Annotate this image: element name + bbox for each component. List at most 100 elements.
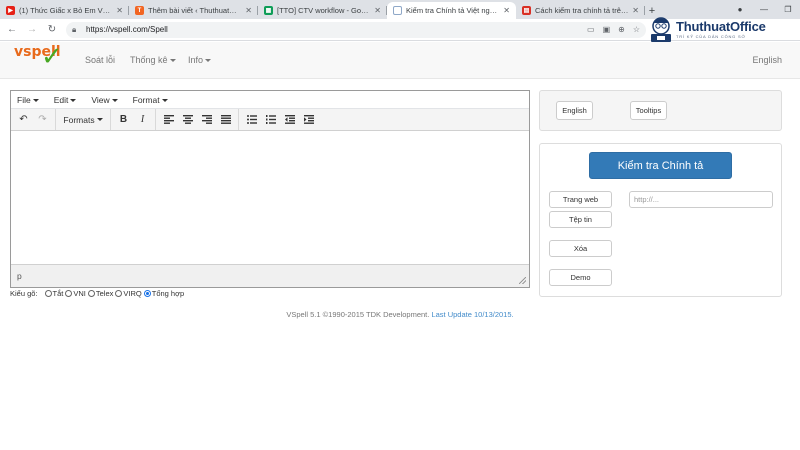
menu-label: Format <box>132 94 160 105</box>
caret-down-icon <box>205 59 212 63</box>
style-group: B I <box>114 109 156 130</box>
align-group <box>159 109 239 130</box>
check-panel: Kiểm tra Chính tả Trang web Tệp tin Xóa … <box>539 143 782 297</box>
english-button[interactable]: English <box>556 101 593 120</box>
close-icon[interactable]: ✕ <box>116 6 123 15</box>
menu-label: Edit <box>53 94 69 105</box>
lock-icon: 🔒︎ <box>72 24 77 34</box>
url-input[interactable]: 🔒︎ https://vspell.com/Spell ▭ ▣ ⊕ ☆ <box>66 21 646 38</box>
align-center-icon[interactable] <box>178 111 197 128</box>
checkmark-icon: ✓ <box>41 42 63 72</box>
browser-tab-vspell[interactable]: Kiểm tra Chính tả Việt ngữ trực ✕ <box>387 2 516 19</box>
tab-title: Kiểm tra Chính tả Việt ngữ trực <box>406 6 501 15</box>
bullet-list-icon[interactable] <box>242 111 261 128</box>
brand-name: ThuthuatOffice <box>676 19 766 34</box>
radio-telex[interactable] <box>87 290 95 297</box>
browser-tab-thuthuatoffice[interactable]: T Thêm bài viết ‹ ThuthuatOffice ✕ <box>129 2 258 19</box>
clear-button[interactable]: Xóa <box>549 240 612 257</box>
bookmark-star-icon[interactable]: ☆ <box>633 25 640 34</box>
document-icon <box>393 6 402 15</box>
caret-down-icon <box>111 98 118 102</box>
nav-thong-ke-label: Thống kê <box>130 55 168 65</box>
editor-toolbar: ↶ ↷ Formats B I <box>11 109 529 131</box>
caret-down-icon <box>70 98 77 102</box>
menu-format[interactable]: Format <box>133 95 168 105</box>
browser-tab-google-sheets[interactable]: ▦ [TTO] CTV workflow - Google ✕ <box>258 2 387 19</box>
element-path[interactable]: p <box>17 271 22 281</box>
check-spelling-button[interactable]: Kiểm tra Chính tả <box>589 152 732 179</box>
radio-label: Tổng hợp <box>151 289 185 298</box>
list-group <box>242 109 321 130</box>
outdent-icon[interactable] <box>280 111 299 128</box>
radio-label: Telex <box>95 289 114 298</box>
menu-view[interactable]: View <box>91 95 118 105</box>
browser-tab-pdf[interactable]: ▤ Cách kiểm tra chính tả trên G ✕ <box>516 2 645 19</box>
align-left-icon[interactable] <box>159 111 178 128</box>
close-icon[interactable]: ✕ <box>374 6 381 15</box>
tab-title: Cách kiểm tra chính tả trên G <box>535 6 630 15</box>
nav-info[interactable]: Info <box>188 55 212 65</box>
url-field[interactable] <box>629 191 773 208</box>
google-sheets-icon: ▦ <box>264 6 273 15</box>
cast-icon[interactable]: ▭ <box>587 25 595 34</box>
radio-label: VIRQ <box>123 289 142 298</box>
forward-arrow-icon[interactable]: → <box>24 22 40 38</box>
demo-button[interactable]: Demo <box>549 269 612 286</box>
bold-button[interactable]: B <box>114 111 133 128</box>
nav-info-label: Info <box>188 55 204 65</box>
caret-down-icon <box>32 98 39 102</box>
caret-down-icon <box>169 59 176 63</box>
page-footer: VSpell 5.1 ©1990-2015 TDK Development. L… <box>0 310 800 319</box>
redo-icon[interactable]: ↷ <box>33 111 52 128</box>
align-right-icon[interactable] <box>197 111 216 128</box>
browser-tab-youtube[interactable]: ▶ (1) Thức Giấc x Bỏ Em Vào Ba ✕ <box>0 2 129 19</box>
formats-group: Formats <box>59 109 111 130</box>
resize-handle-icon[interactable] <box>519 277 526 284</box>
nav-language[interactable]: English <box>752 55 782 65</box>
close-icon[interactable]: ✕ <box>245 6 252 15</box>
tab-title: (1) Thức Giấc x Bỏ Em Vào Ba <box>19 6 114 15</box>
italic-button[interactable]: I <box>133 111 152 128</box>
undo-icon[interactable]: ↶ <box>14 111 33 128</box>
caret-down-icon <box>96 118 103 121</box>
radio-virq[interactable] <box>115 290 123 297</box>
radio-label: VNI <box>73 289 86 298</box>
align-justify-icon[interactable] <box>216 111 235 128</box>
radio-tat[interactable] <box>44 290 52 297</box>
menu-file[interactable]: File <box>17 95 39 105</box>
back-arrow-icon[interactable]: ← <box>4 22 20 38</box>
reload-icon[interactable]: ↻ <box>44 22 60 38</box>
caret-down-icon <box>161 98 168 102</box>
nav-thong-ke[interactable]: Thống kê <box>130 55 176 65</box>
thuthuatoffice-icon: T <box>135 6 144 15</box>
nav-soat-loi[interactable]: Soát lỗi <box>85 55 115 65</box>
radio-label: Tắt <box>52 289 64 298</box>
web-page-button[interactable]: Trang web <box>549 191 612 208</box>
close-icon[interactable]: ✕ <box>503 6 510 15</box>
tab-title: Thêm bài viết ‹ ThuthuatOffice <box>148 6 243 15</box>
menu-edit[interactable]: Edit <box>54 95 77 105</box>
youtube-icon: ▶ <box>6 6 15 15</box>
tab-title: [TTO] CTV workflow - Google <box>277 6 372 15</box>
formats-dropdown[interactable]: Formats <box>59 111 107 128</box>
editor-statusbar: p <box>11 264 529 287</box>
file-button[interactable]: Tệp tin <box>549 211 612 228</box>
site-navbar: vspell ✓ Soát lỗi Thống kê Info English <box>0 42 800 79</box>
close-icon[interactable]: ✕ <box>632 6 639 15</box>
typing-mode-label: Kiểu gõ: <box>10 289 38 298</box>
tooltips-button[interactable]: Tooltips <box>630 101 667 120</box>
indent-icon[interactable] <box>299 111 318 128</box>
options-panel: English Tooltips <box>539 90 782 131</box>
editor-menubar: File Edit View Format <box>11 91 529 109</box>
numbered-list-icon[interactable] <box>261 111 280 128</box>
footer-copyright: VSpell 5.1 ©1990-2015 TDK Development. <box>286 310 430 319</box>
radio-tong-hop[interactable] <box>143 290 151 297</box>
radio-vni[interactable] <box>65 290 73 297</box>
vspell-logo[interactable]: vspell ✓ <box>14 42 63 72</box>
qr-code-icon[interactable]: ▣ <box>603 25 611 34</box>
footer-last-update-link[interactable]: Last Update 10/13/2015. <box>431 310 513 319</box>
typing-mode-selector: Kiểu gõ: Tắt VNI Telex VIRQ Tổng hợp <box>10 289 184 298</box>
zoom-icon[interactable]: ⊕ <box>618 25 625 34</box>
editor-content-area[interactable] <box>11 131 529 264</box>
formats-label: Formats <box>63 114 95 125</box>
